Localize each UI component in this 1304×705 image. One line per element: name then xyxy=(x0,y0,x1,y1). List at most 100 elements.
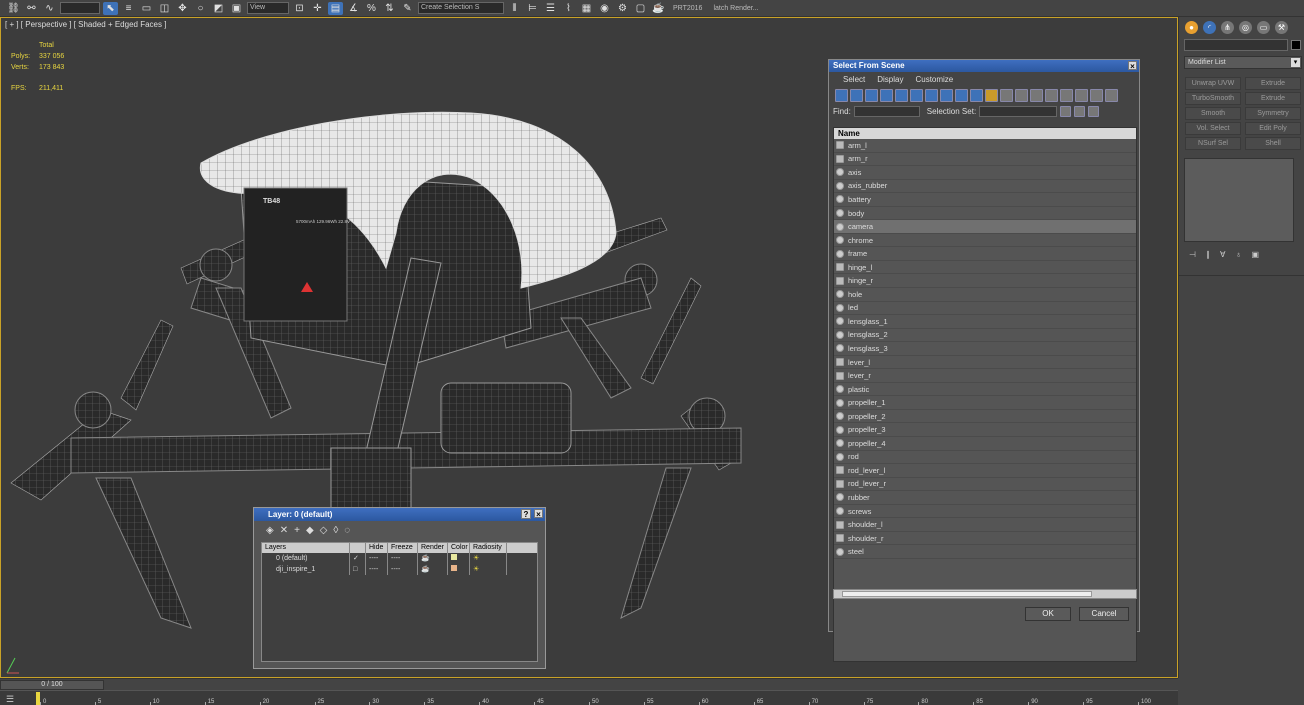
display-geometry-icon[interactable] xyxy=(835,88,848,102)
col-color[interactable]: Color xyxy=(448,543,470,553)
layer-row[interactable]: 0 (default) ✓ ---- ---- ☕ ☀ xyxy=(262,553,537,564)
list-item[interactable]: body xyxy=(834,207,1136,221)
move-icon[interactable]: ✥ xyxy=(175,2,190,15)
modifier-button[interactable]: Smooth xyxy=(1185,107,1241,120)
dialog-title-bar[interactable]: Select From Scene × xyxy=(829,60,1139,72)
list-item[interactable]: hinge_r xyxy=(834,274,1136,289)
rect-selection-icon[interactable]: ▭ xyxy=(139,2,154,15)
layer-freeze[interactable]: ---- xyxy=(388,553,418,564)
mini-curve-editor-icon[interactable]: ☰ xyxy=(6,694,20,704)
display-tab-icon[interactable]: ▭ xyxy=(1257,20,1270,34)
window-crossing-icon[interactable]: ◫ xyxy=(157,2,172,15)
layer-hide[interactable]: ---- xyxy=(366,553,388,564)
list-item[interactable]: axis_rubber xyxy=(834,180,1136,194)
col-radiosity[interactable]: Radiosity xyxy=(470,543,507,553)
scene-object-list[interactable]: Name arm_l arm_r axis axis_rubber battery bod… xyxy=(833,127,1137,662)
list-item[interactable]: arm_l xyxy=(834,139,1136,153)
list-item[interactable]: arm_r xyxy=(834,153,1136,167)
list-item[interactable]: frame xyxy=(834,247,1136,261)
name-column-header[interactable]: Name xyxy=(834,128,1136,139)
display-all-icon[interactable] xyxy=(1015,88,1028,102)
layer-hide[interactable]: ---- xyxy=(366,564,388,575)
cancel-button[interactable]: Cancel xyxy=(1079,607,1129,621)
list-item[interactable]: steel xyxy=(834,545,1136,559)
list-item[interactable]: propeller_2 xyxy=(834,410,1136,424)
modifier-button[interactable]: Symmetry xyxy=(1245,107,1301,120)
radiosity-icon[interactable]: ☀ xyxy=(470,553,507,564)
col-freeze[interactable]: Freeze xyxy=(388,543,418,553)
configure-sets-icon[interactable]: ▣ xyxy=(1251,250,1259,259)
list-item[interactable]: screws xyxy=(834,505,1136,519)
reference-coord-dropdown[interactable]: View xyxy=(247,2,289,14)
unlink-icon[interactable]: ⚯ xyxy=(24,2,39,15)
layer-row[interactable]: dji_inspire_1 □ ---- ---- ☕ ☀ xyxy=(262,564,537,575)
list-item[interactable]: propeller_3 xyxy=(834,423,1136,438)
display-lights-icon[interactable] xyxy=(865,88,878,102)
col-current[interactable] xyxy=(350,543,366,553)
object-color-swatch[interactable] xyxy=(1291,40,1301,50)
remove-from-set-icon[interactable] xyxy=(1088,105,1100,117)
show-end-result-icon[interactable]: ∥ xyxy=(1206,250,1210,259)
layer-explorer-icon[interactable]: ☰ xyxy=(543,2,558,15)
select-none-icon[interactable] xyxy=(1075,88,1088,102)
mirror-icon[interactable]: ⫴ xyxy=(507,2,522,15)
modifier-button[interactable]: Vol. Select xyxy=(1185,122,1241,135)
edit-named-sel-icon[interactable]: ✎ xyxy=(400,2,415,15)
hierarchy-tab-icon[interactable]: ⋔ xyxy=(1221,20,1234,34)
prt-label[interactable]: PRT2016 xyxy=(669,5,706,12)
pivot-icon[interactable]: ⊡ xyxy=(292,2,307,15)
modifier-button[interactable]: TurboSmooth xyxy=(1185,92,1241,105)
render-icon[interactable]: ☕ xyxy=(651,2,666,15)
display-containers-icon[interactable] xyxy=(970,88,983,102)
display-bones-icon[interactable] xyxy=(955,88,968,102)
list-item[interactable]: hinge_l xyxy=(834,261,1136,275)
modifier-list-dropdown[interactable]: Modifier List ▾ xyxy=(1184,56,1302,69)
curve-editor-icon[interactable]: ⌇ xyxy=(561,2,576,15)
create-selection-set-icon[interactable] xyxy=(1060,105,1072,117)
display-helpers-icon[interactable] xyxy=(895,88,908,102)
reference-coord-icon[interactable]: ▣ xyxy=(229,2,244,15)
layer-dialog-title-bar[interactable]: Layer: 0 (default) ? × xyxy=(254,508,545,521)
modifier-button[interactable]: NSurf Sel xyxy=(1185,137,1241,150)
list-item[interactable]: lever_r xyxy=(834,369,1136,383)
list-item[interactable]: rod xyxy=(834,451,1136,465)
display-shapes-icon[interactable] xyxy=(850,88,863,102)
chevron-down-icon[interactable]: ▾ xyxy=(1291,58,1300,67)
render-setup-icon[interactable]: ⚙ xyxy=(615,2,630,15)
rotate-icon[interactable]: ○ xyxy=(193,2,208,15)
list-item[interactable]: lensglass_2 xyxy=(834,329,1136,343)
display-none-icon[interactable] xyxy=(1030,88,1043,102)
sync-selection-icon[interactable] xyxy=(1105,88,1118,102)
render-teapot-icon[interactable]: ☕ xyxy=(418,553,448,564)
scrollbar-thumb[interactable] xyxy=(842,591,1092,597)
list-item[interactable]: rubber xyxy=(834,491,1136,505)
help-button[interactable]: ? xyxy=(521,509,531,519)
layer-color-swatch[interactable] xyxy=(448,564,470,575)
list-item[interactable]: lensglass_3 xyxy=(834,342,1136,356)
list-item[interactable]: plastic xyxy=(834,383,1136,397)
list-item[interactable]: rod_lever_r xyxy=(834,478,1136,492)
hide-unhide-icon[interactable]: ◌ xyxy=(344,525,350,536)
layer-freeze[interactable]: ---- xyxy=(388,564,418,575)
select-objects-icon[interactable]: ◇ xyxy=(320,525,328,536)
list-item[interactable]: lensglass_1 xyxy=(834,315,1136,329)
delete-layer-icon[interactable]: ✕ xyxy=(280,525,288,536)
highlight-layers-icon[interactable]: ◊ xyxy=(333,525,338,536)
modifier-stack[interactable] xyxy=(1184,158,1294,242)
named-selection-set-input[interactable]: Create Selection S xyxy=(418,2,504,14)
horizontal-scrollbar[interactable] xyxy=(833,589,1137,599)
selection-filter-dropdown[interactable] xyxy=(60,2,100,14)
invert-display-icon[interactable] xyxy=(1045,88,1058,102)
add-to-set-icon[interactable] xyxy=(1074,105,1086,117)
create-layer-icon[interactable]: + xyxy=(294,525,300,536)
layer-name[interactable]: dji_inspire_1 xyxy=(262,564,350,575)
rendered-frame-icon[interactable]: ▢ xyxy=(633,2,648,15)
pin-stack-icon[interactable]: ⊣ xyxy=(1189,250,1196,259)
display-hidden-icon[interactable] xyxy=(1000,88,1013,102)
list-item[interactable]: camera xyxy=(834,220,1136,234)
display-frozen-icon[interactable] xyxy=(985,88,998,102)
display-groups-icon[interactable] xyxy=(925,88,938,102)
close-icon[interactable]: × xyxy=(534,509,543,519)
list-item[interactable]: chrome xyxy=(834,234,1136,248)
utilities-tab-icon[interactable]: ⚒ xyxy=(1275,20,1288,34)
